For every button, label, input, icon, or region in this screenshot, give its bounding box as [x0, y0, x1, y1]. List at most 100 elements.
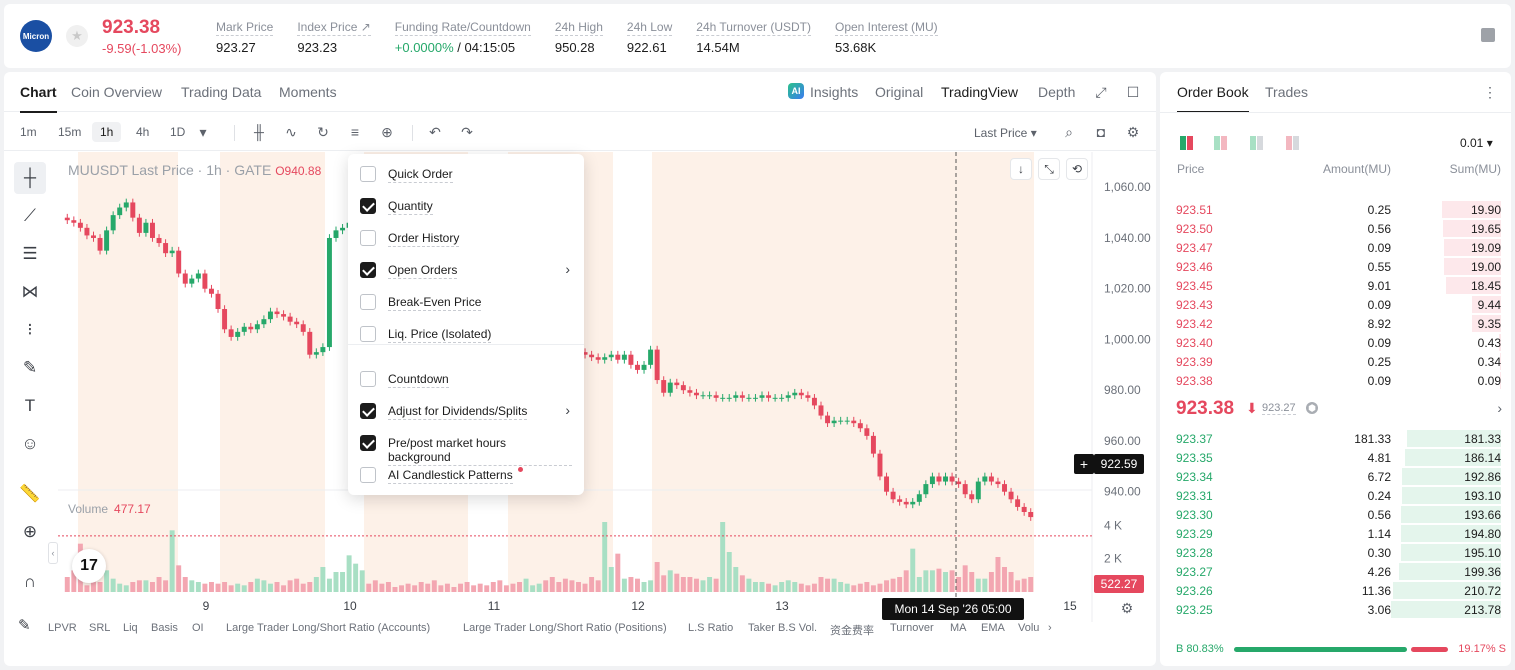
- fib-icon[interactable]: ⁝: [14, 314, 46, 346]
- orderbook-row[interactable]: 923.46 0.55 19.00: [1160, 257, 1511, 276]
- orderbook-row[interactable]: 923.47 0.09 19.09: [1160, 238, 1511, 257]
- indicator-basis[interactable]: Basis: [151, 622, 178, 634]
- indicator-large-trader-long-short-ratio-positions[interactable]: Large Trader Long/Short Ratio (Positions…: [463, 622, 667, 634]
- checkbox[interactable]: [360, 467, 376, 483]
- orderbook-row[interactable]: 923.43 0.09 9.44: [1160, 295, 1511, 314]
- layout-bids-icon[interactable]: [1250, 136, 1264, 150]
- orderbook-row[interactable]: 923.30 0.56 193.66: [1160, 505, 1511, 524]
- tab-moments[interactable]: Moments: [279, 84, 337, 100]
- indicator-liq[interactable]: Liq: [123, 622, 138, 634]
- orderbook-row[interactable]: 923.31 0.24 193.10: [1160, 486, 1511, 505]
- orderbook-row[interactable]: 923.38 0.09 0.09: [1160, 371, 1511, 390]
- indicator-ema[interactable]: EMA: [981, 622, 1005, 634]
- indicator-l-s-ratio[interactable]: L.S Ratio: [688, 622, 733, 634]
- menu-item-adjust-for-dividends-splits[interactable]: Adjust for Dividends/Splits ›: [360, 401, 572, 421]
- menu-item-quantity[interactable]: Quantity: [360, 196, 572, 216]
- compare-icon[interactable]: ↻: [314, 123, 332, 141]
- orderbook-row[interactable]: 923.42 8.92 9.35: [1160, 314, 1511, 333]
- orderbook-row[interactable]: 923.35 4.81 186.14: [1160, 448, 1511, 467]
- indicator-ma[interactable]: MA: [950, 622, 967, 634]
- orderbook-row[interactable]: 923.50 0.56 19.65: [1160, 219, 1511, 238]
- collapse-icon[interactable]: ⤡: [1038, 158, 1060, 180]
- stat-index-price[interactable]: Index Price ↗ 923.23: [291, 18, 376, 55]
- checkbox[interactable]: [360, 371, 376, 387]
- checkbox[interactable]: [360, 166, 376, 182]
- zoom-in-icon[interactable]: ⊕: [14, 516, 46, 548]
- indicator-srl[interactable]: SRL: [89, 622, 110, 634]
- layout-both-icon[interactable]: [1180, 136, 1194, 150]
- undo-icon[interactable]: ↶: [426, 123, 444, 141]
- view-tradingview[interactable]: TradingView: [941, 84, 1018, 100]
- orderbook-row[interactable]: 923.27 4.26 199.36: [1160, 562, 1511, 581]
- chevron-right-icon[interactable]: ›: [1497, 400, 1502, 416]
- chevron-right-icon[interactable]: ›: [1048, 622, 1052, 634]
- timeframe-1h[interactable]: 1h: [92, 122, 122, 142]
- collapse-toolbar-icon[interactable]: ‹: [48, 542, 58, 564]
- mid-price[interactable]: 923.38 ⬇ 923.27 ⬢ ›: [1176, 398, 1506, 422]
- indicators-icon[interactable]: ∿: [282, 123, 300, 141]
- axis-settings-icon[interactable]: ⚙: [1118, 600, 1136, 618]
- book-icon[interactable]: [1481, 28, 1495, 42]
- window-icon[interactable]: ☐: [1124, 83, 1142, 101]
- menu-item-pre-post-market-hours-background[interactable]: Pre/post market hours background: [360, 433, 572, 466]
- view-depth[interactable]: Depth: [1038, 84, 1075, 100]
- menu-item-open-orders[interactable]: Open Orders ›: [360, 260, 572, 280]
- candle-type-icon[interactable]: ╫: [250, 123, 268, 141]
- reset-icon[interactable]: ⟲: [1066, 158, 1088, 180]
- camera-icon[interactable]: ◘: [1092, 123, 1110, 141]
- menu-item-liq-price-isolated[interactable]: Liq. Price (Isolated): [360, 324, 572, 344]
- fullscreen-icon[interactable]: ⤢: [1092, 83, 1110, 101]
- checkbox[interactable]: [360, 230, 376, 246]
- orderbook-row[interactable]: 923.37 181.33 181.33: [1160, 429, 1511, 448]
- indicator-lpvr[interactable]: LPVR: [48, 622, 77, 634]
- timeframe-1d[interactable]: 1D: [170, 125, 185, 139]
- brush-icon[interactable]: ✎: [14, 352, 46, 384]
- add-icon[interactable]: ⊕: [378, 123, 396, 141]
- orderbook-row[interactable]: 923.25 3.06 213.78: [1160, 600, 1511, 619]
- menu-item-ai-candlestick-patterns[interactable]: AI Candlestick Patterns: [360, 465, 572, 485]
- ruler-icon[interactable]: 📏: [14, 478, 46, 510]
- horizontal-lines-icon[interactable]: ☰: [14, 238, 46, 270]
- orderbook-row[interactable]: 923.29 1.14 194.80: [1160, 524, 1511, 543]
- orderbook-row[interactable]: 923.39 0.25 0.34: [1160, 352, 1511, 371]
- view-insights[interactable]: Insights: [810, 84, 858, 100]
- price-chart[interactable]: 1,060.00 1,040.00 1,020.00 1,000.00 980.00 96…: [58, 152, 1154, 622]
- layout-asks-icon[interactable]: [1286, 136, 1300, 150]
- orderbook-row[interactable]: 923.34 6.72 192.86: [1160, 467, 1511, 486]
- orderbook-row[interactable]: 923.40 0.09 0.43: [1160, 333, 1511, 352]
- add-order-icon[interactable]: +: [1074, 454, 1094, 474]
- tab-trades[interactable]: Trades: [1265, 84, 1308, 100]
- indicator-funding-rate[interactable]: 资金费率: [830, 622, 874, 638]
- checkbox[interactable]: [360, 435, 376, 451]
- orderbook-row[interactable]: 923.28 0.30 195.10: [1160, 543, 1511, 562]
- checkbox[interactable]: [360, 294, 376, 310]
- gear-icon[interactable]: ⚙: [1124, 123, 1142, 141]
- emoji-icon[interactable]: ☺: [14, 428, 46, 460]
- orderbook-row[interactable]: 923.26 11.36 210.72: [1160, 581, 1511, 600]
- text-icon[interactable]: T: [14, 390, 46, 422]
- favorite-star-icon[interactable]: ★: [66, 25, 88, 47]
- tab-order-book[interactable]: Order Book: [1177, 84, 1249, 113]
- search-icon[interactable]: ⌕: [1060, 123, 1078, 141]
- indicator-turnover[interactable]: Turnover: [890, 622, 934, 634]
- indicator-oi[interactable]: OI: [192, 622, 204, 634]
- pattern-icon[interactable]: ⋈: [14, 276, 46, 308]
- timeframe-1m[interactable]: 1m: [20, 125, 37, 139]
- tab-coin-overview[interactable]: Coin Overview: [71, 84, 162, 100]
- tab-chart[interactable]: Chart: [20, 84, 57, 113]
- indicator-volu[interactable]: Volu: [1018, 622, 1039, 634]
- checkbox[interactable]: [360, 403, 376, 419]
- indicator-taker-b-s-vol[interactable]: Taker B.S Vol.: [748, 622, 817, 634]
- view-original[interactable]: Original: [875, 84, 923, 100]
- more-options-icon[interactable]: ⋮: [1483, 84, 1497, 101]
- templates-icon[interactable]: ≡: [346, 123, 364, 141]
- chevron-down-icon[interactable]: ▾: [194, 123, 212, 141]
- scroll-down-icon[interactable]: ↓: [1010, 158, 1032, 180]
- tick-size-select[interactable]: 0.01 ▾: [1460, 136, 1493, 150]
- orderbook-row[interactable]: 923.51 0.25 19.90: [1160, 200, 1511, 219]
- menu-item-countdown[interactable]: Countdown: [360, 369, 572, 389]
- orderbook-row[interactable]: 923.45 9.01 18.45: [1160, 276, 1511, 295]
- crosshair-icon[interactable]: ┼: [14, 162, 46, 194]
- magnet-icon[interactable]: ∩: [14, 566, 46, 598]
- checkbox[interactable]: [360, 262, 376, 278]
